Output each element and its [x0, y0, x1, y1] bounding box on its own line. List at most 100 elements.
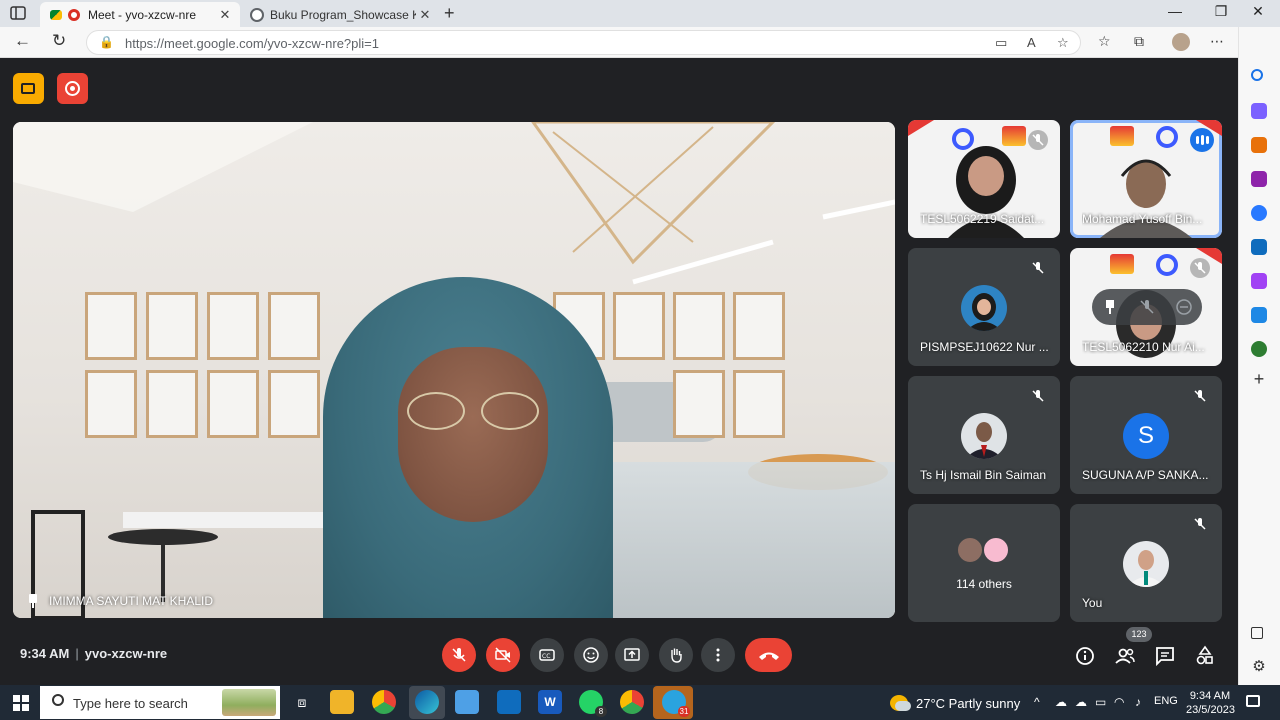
add-favorite-icon[interactable]: ☆ [1057, 35, 1069, 51]
sidebar-toggle-icon[interactable] [1251, 627, 1263, 639]
wall-frame [733, 370, 785, 438]
meeting-details-button[interactable] [1073, 644, 1097, 668]
notification-center-icon[interactable] [1246, 695, 1260, 707]
chrome-icon[interactable] [372, 690, 396, 714]
meeting-code: yvo-xzcw-nre [84, 646, 168, 661]
search-icon[interactable] [1251, 69, 1263, 81]
language-indicator[interactable]: ENG [1154, 695, 1178, 707]
windows-start-icon[interactable] [13, 695, 29, 711]
collections-icon[interactable]: ⧉ [1134, 33, 1144, 50]
tree-icon[interactable] [1251, 341, 1267, 357]
search-highlight-image [222, 689, 276, 716]
minimize-button[interactable]: — [1160, 3, 1190, 19]
present-screen-button[interactable] [615, 638, 649, 672]
participant-tile[interactable]: Ts Hj Ismail Bin Saiman [908, 376, 1060, 494]
volume-icon[interactable]: ♪ [1135, 695, 1141, 709]
avatar [956, 536, 984, 564]
wifi-icon[interactable]: ◠ [1114, 695, 1124, 709]
microsoft-365-icon[interactable] [1251, 205, 1267, 221]
wall-frame [673, 370, 725, 438]
tab-actions-icon[interactable] [8, 4, 30, 24]
maximize-button[interactable]: ❐ [1206, 3, 1236, 20]
battery-icon[interactable]: ▭ [1095, 695, 1106, 709]
edge-sidebar: + ⚙ [1238, 27, 1280, 685]
word-icon[interactable]: W [538, 690, 562, 714]
participant-tile[interactable]: TESL5062219 Saidat... [908, 120, 1060, 238]
more-options-button[interactable] [701, 638, 735, 672]
remove-participant-icon[interactable] [1174, 297, 1194, 317]
close-tab-icon[interactable]: ✕ [416, 7, 434, 23]
taskbar-search-box[interactable]: Type here to search [40, 686, 280, 719]
shopping-icon[interactable] [1251, 103, 1267, 119]
mail-icon[interactable] [497, 690, 521, 714]
recording-indicator-button[interactable] [57, 73, 88, 104]
captions-icon: CC [539, 649, 555, 661]
lock-icon[interactable]: 🔒 [99, 35, 114, 49]
participant-name: TESL5062219 Saidat... [920, 212, 1045, 226]
whatsapp-icon[interactable]: 8 [579, 690, 607, 717]
profile-avatar[interactable] [1172, 33, 1190, 51]
mute-participant-icon[interactable] [1137, 297, 1157, 317]
google-meet-icon [50, 9, 62, 20]
url-text: https://meet.google.com/yvo-xzcw-nre?pli… [125, 36, 379, 51]
captions-button[interactable]: CC [530, 638, 564, 672]
settings-icon[interactable]: ⚙ [1251, 659, 1267, 675]
file-explorer-icon[interactable] [330, 690, 354, 714]
task-view-icon[interactable]: ⧈ [290, 690, 314, 714]
participant-tile[interactable]: S SUGUNA A/P SANKA... [1070, 376, 1222, 494]
pin-icon[interactable] [27, 594, 39, 608]
close-tab-icon[interactable]: ✕ [216, 7, 234, 23]
chrome-profile-icon[interactable] [620, 690, 644, 714]
edge-icon[interactable] [415, 690, 439, 714]
back-button[interactable]: ← [14, 31, 31, 51]
read-aloud-icon[interactable]: A [1027, 35, 1036, 50]
raise-hand-button[interactable] [659, 638, 693, 672]
weather-widget[interactable]: 27°C Partly sunny [890, 695, 1020, 711]
camera-off-indicator-button[interactable] [13, 73, 44, 104]
designer-icon[interactable] [1251, 273, 1267, 289]
pin-icon[interactable] [1100, 297, 1120, 317]
send-icon[interactable] [1251, 307, 1267, 323]
telegram-icon[interactable]: 31 [662, 690, 690, 717]
people-button[interactable] [1113, 644, 1137, 668]
onedrive-icon[interactable]: ☁ [1055, 695, 1067, 709]
hand-icon [671, 648, 682, 663]
muted-icon [1028, 130, 1048, 150]
participant-name: Mohamad Yusoff Bin... [1082, 212, 1203, 226]
clock-time: 9:34 AM [1189, 690, 1231, 702]
tools-icon[interactable] [1251, 137, 1267, 153]
games-icon[interactable] [1251, 171, 1267, 187]
address-bar[interactable]: 🔒 https://meet.google.com/yvo-xzcw-nre?p… [86, 30, 1081, 55]
tab-meet[interactable]: Meet - yvo-xzcw-nre ✕ [40, 2, 240, 27]
leave-call-button[interactable] [745, 638, 792, 672]
main-speaker-video[interactable]: IMIMMA SAYUTI MAT KHALID [13, 122, 895, 618]
activities-button[interactable] [1193, 644, 1217, 668]
system-clock[interactable]: 9:34 AM 23/5/2023 [1186, 689, 1235, 717]
close-window-button[interactable]: ✕ [1243, 3, 1273, 20]
camera-off-icon [495, 647, 511, 663]
camera-in-use-icon[interactable]: ▭ [995, 35, 1007, 51]
self-tile[interactable]: You [1070, 504, 1222, 622]
outlook-icon[interactable] [1251, 239, 1267, 255]
favorites-icon[interactable]: ☆ [1098, 33, 1111, 50]
microsoft-store-icon[interactable] [455, 690, 479, 714]
new-tab-button[interactable]: + [444, 3, 455, 24]
participant-name: Ts Hj Ismail Bin Saiman [920, 468, 1047, 482]
participant-tile[interactable]: PISMPSEJ10622 Nur ... [908, 248, 1060, 366]
activities-icon [1196, 645, 1213, 665]
mic-off-icon [452, 648, 466, 662]
camera-toggle-button[interactable] [486, 638, 520, 672]
more-menu-icon[interactable]: ⋯ [1210, 33, 1224, 50]
others-tile[interactable]: 114 others [908, 504, 1060, 622]
cloud-icon[interactable]: ☁ [1075, 695, 1087, 709]
microphone-toggle-button[interactable] [442, 638, 476, 672]
reactions-button[interactable] [574, 638, 608, 672]
refresh-button[interactable]: ↻ [52, 31, 66, 51]
participant-tile[interactable]: TESL5062210 Nur Ai... [1070, 248, 1222, 366]
show-hidden-icons[interactable]: ^ [1034, 695, 1040, 709]
tab-buku-program[interactable]: Buku Program_Showcase KPPB D ✕ [240, 2, 440, 27]
chat-button[interactable] [1153, 644, 1177, 668]
participant-tile[interactable]: Mohamad Yusoff Bin... [1070, 120, 1222, 238]
participant-name: PISMPSEJ10622 Nur ... [920, 340, 1049, 354]
add-icon[interactable]: + [1251, 370, 1267, 388]
